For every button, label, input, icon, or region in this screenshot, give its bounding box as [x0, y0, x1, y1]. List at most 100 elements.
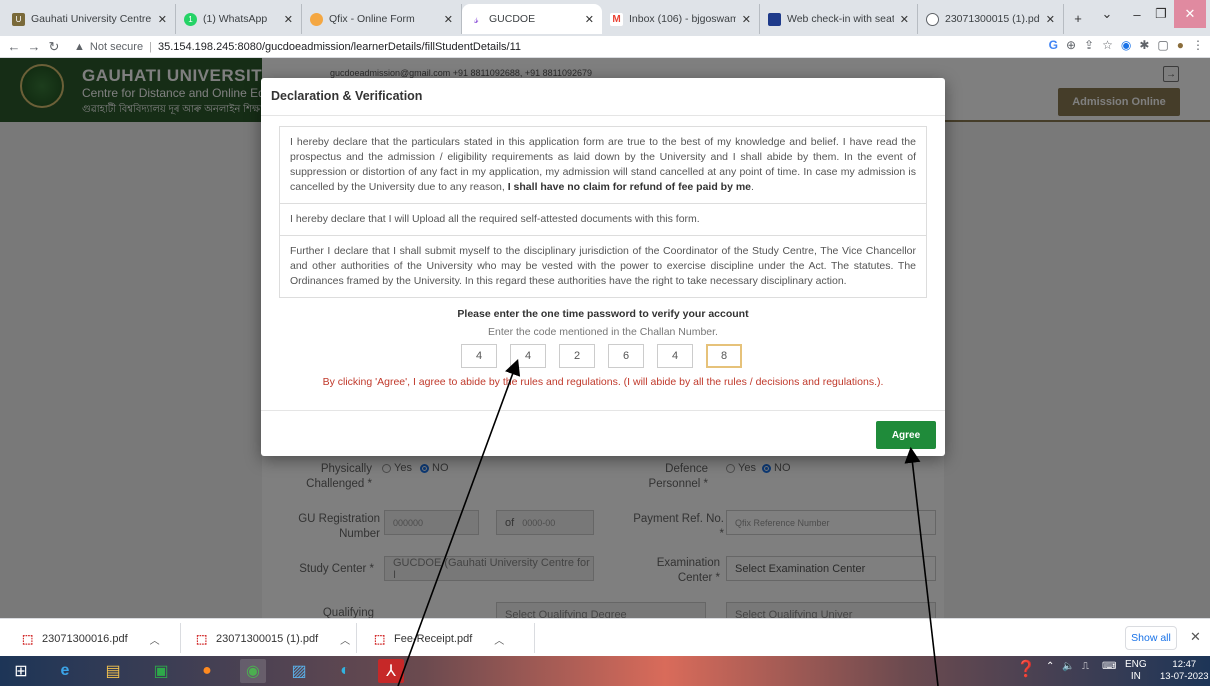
browser-tab-strip: U Gauhati University Centre ✕ 1 (1) What… — [0, 0, 1210, 36]
photos-icon[interactable]: ▨ — [286, 659, 312, 683]
bookmark-star-icon[interactable]: ☆ — [1102, 38, 1113, 52]
tab-close-icon[interactable]: ✕ — [444, 13, 453, 26]
pdf-file-icon: ⬚ — [374, 632, 386, 646]
system-clock[interactable]: 12:47 13-07-2023 — [1160, 659, 1209, 683]
back-arrow-icon[interactable]: ← — [4, 39, 24, 54]
declaration-paragraph-1: I hereby declare that the particulars st… — [280, 127, 926, 204]
modal-footer: Agree — [261, 410, 945, 456]
declaration-modal: Declaration & Verification I hereby decl… — [261, 78, 945, 456]
agree-note: By clicking 'Agree', I agree to abide by… — [322, 376, 884, 388]
otp-digit-3[interactable] — [559, 344, 595, 368]
otp-digit-4[interactable] — [608, 344, 644, 368]
divider — [534, 623, 535, 653]
airline-icon — [768, 12, 781, 26]
qfix-icon — [310, 12, 323, 26]
tab-gmail[interactable]: M Inbox (106) - bjgoswami ✕ — [602, 4, 760, 34]
volume-icon[interactable]: 🔈 — [1062, 661, 1074, 672]
edge-icon[interactable]: ◐ — [332, 659, 358, 683]
chevron-up-icon[interactable]: ︿ — [340, 632, 350, 647]
acrobat-icon[interactable]: ⅄ — [378, 659, 404, 683]
tab-search-chevron-icon[interactable]: ⌄ — [1096, 0, 1118, 28]
otp-subtitle: Enter the code mentioned in the Challan … — [488, 326, 718, 338]
declaration-paragraph-2: I hereby declare that I will Upload all … — [280, 204, 926, 236]
puzzle-icon[interactable]: ✱ — [1139, 38, 1149, 52]
tab-qfix[interactable]: Qfix - Online Form ✕ — [302, 4, 462, 34]
address-toolbar: ← → ↻ ▲ Not secure | 35.154.198.245:8080… — [0, 36, 1210, 58]
address-bar[interactable]: ▲ Not secure | 35.154.198.245:8080/gucdo… — [74, 41, 521, 53]
store-icon[interactable]: ▣ — [148, 659, 174, 683]
tab-whatsapp[interactable]: 1 (1) WhatsApp ✕ — [176, 4, 302, 34]
download-filename: 23071300016.pdf — [42, 633, 128, 645]
otp-digit-5[interactable] — [657, 344, 693, 368]
language-indicator[interactable]: ENG IN — [1125, 659, 1147, 683]
show-all-downloads-button[interactable]: Show all — [1125, 626, 1177, 650]
gucdoe-icon: 𝓈 — [470, 12, 483, 26]
divider — [180, 623, 181, 653]
tab-gucdoe[interactable]: 𝓈 GUCDOE ✕ — [462, 4, 602, 34]
tab-close-icon[interactable]: ✕ — [742, 13, 751, 26]
chevron-up-icon[interactable]: ︿ — [150, 632, 160, 647]
tab-web-checkin[interactable]: Web check-in with seat s ✕ — [760, 4, 918, 34]
tab-label: (1) WhatsApp — [203, 13, 268, 25]
tab-label: Web check-in with seat s — [787, 13, 894, 25]
chevron-up-icon[interactable]: ︿ — [494, 632, 504, 647]
whatsapp-icon: 1 — [184, 12, 197, 26]
reload-icon[interactable]: ↻ — [44, 39, 64, 55]
google-icon[interactable]: G — [1049, 38, 1058, 52]
declaration-paragraph-3: Further I declare that I shall submit my… — [290, 245, 916, 287]
tab-close-icon[interactable]: ✕ — [900, 13, 909, 26]
file-explorer-icon[interactable]: ▤ — [100, 659, 126, 683]
otp-digit-1[interactable] — [461, 344, 497, 368]
tab-close-icon[interactable]: ✕ — [1046, 13, 1055, 26]
close-downloads-icon[interactable]: ✕ — [1190, 629, 1201, 645]
otp-digit-2[interactable] — [510, 344, 546, 368]
tab-gauhati-university[interactable]: U Gauhati University Centre ✕ — [4, 4, 176, 34]
zoom-icon[interactable]: ⊕ — [1066, 38, 1076, 52]
modal-title: Declaration & Verification — [271, 89, 423, 103]
internet-explorer-icon[interactable]: e — [52, 659, 78, 683]
downloads-bar: ⬚ 23071300016.pdf ︿ ⬚ 23071300015 (1).pd… — [0, 618, 1210, 656]
restore-button[interactable]: ❐ — [1150, 0, 1172, 28]
windows-taskbar: ⊞ e ▤ ▣ ● ◉ ▨ ◐ ⅄ ❓ ⌃ 🔈 ⎍ ⌨ ENG IN 12:47… — [0, 656, 1210, 686]
forward-arrow-icon[interactable]: → — [24, 39, 44, 54]
tab-close-icon[interactable]: ✕ — [284, 13, 293, 26]
declaration-list: I hereby declare that the particulars st… — [279, 126, 927, 298]
minimize-button[interactable]: – — [1126, 0, 1148, 28]
chrome-icon[interactable]: ◉ — [240, 659, 266, 683]
otp-title: Please enter the one time password to ve… — [457, 308, 749, 320]
tab-pdf[interactable]: 23071300015 (1).pdf ✕ — [918, 4, 1064, 34]
url-text: 35.154.198.245:8080/gucdoeadmission/lear… — [157, 40, 521, 53]
download-item[interactable]: ⬚ 23071300016.pdf ︿ — [22, 628, 160, 650]
otp-digit-6[interactable] — [706, 344, 742, 368]
help-icon[interactable]: ❓ — [1016, 659, 1036, 679]
tab-favicon-icon: U — [12, 12, 25, 26]
tab-close-icon[interactable]: ✕ — [158, 13, 167, 26]
download-item[interactable]: ⬚ Fee-Receipt.pdf ︿ — [374, 628, 504, 650]
tray-chevron-icon[interactable]: ⌃ — [1046, 661, 1054, 672]
extension-icon[interactable]: ◉ — [1121, 38, 1131, 52]
new-tab-button[interactable]: + — [1068, 4, 1088, 32]
not-secure-label: Not secure — [89, 40, 144, 53]
firefox-icon[interactable]: ● — [194, 659, 220, 683]
sidepanel-icon[interactable]: ▢ — [1157, 38, 1168, 52]
pdf-file-icon: ⬚ — [196, 632, 208, 646]
tab-label: Gauhati University Centre — [31, 13, 152, 25]
windows-start-icon[interactable]: ⊞ — [8, 659, 34, 683]
divider — [356, 623, 357, 653]
keyboard-icon[interactable]: ⌨ — [1102, 661, 1116, 672]
modal-header: Declaration & Verification — [261, 78, 945, 116]
warning-triangle-icon: ▲ — [74, 40, 85, 53]
share-icon[interactable]: ⇪ — [1084, 38, 1094, 52]
menu-kebab-icon[interactable]: ⋮ — [1192, 38, 1204, 52]
agree-button[interactable]: Agree — [876, 421, 936, 449]
download-filename: 23071300015 (1).pdf — [216, 633, 319, 645]
tab-label: GUCDOE — [489, 13, 536, 25]
download-item[interactable]: ⬚ 23071300015 (1).pdf ︿ — [196, 628, 350, 650]
tab-close-icon[interactable]: ✕ — [585, 13, 594, 26]
download-filename: Fee-Receipt.pdf — [394, 633, 473, 645]
tab-label: Inbox (106) - bjgoswami — [629, 13, 736, 25]
profile-avatar-icon[interactable]: ● — [1177, 38, 1184, 52]
tab-label: Qfix - Online Form — [329, 13, 415, 25]
network-icon[interactable]: ⎍ — [1082, 661, 1089, 672]
close-window-button[interactable]: ✕ — [1174, 0, 1206, 28]
